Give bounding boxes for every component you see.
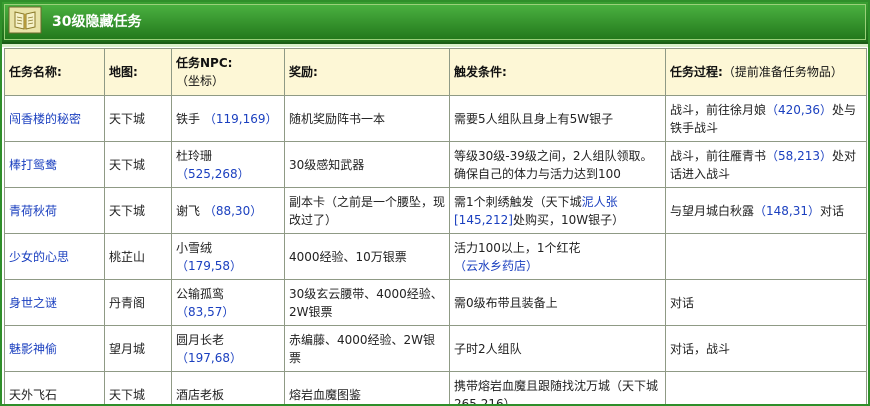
table-row: 闯香楼的秘密 天下城 铁手 （119,169） 随机奖励阵书一本 需要5人组队且… xyxy=(4,95,867,142)
table-row: 青荷秋荷 天下城 谢飞 （88,30） 副本卡（之前是一个腰坠，现改过了） 需1… xyxy=(4,187,867,234)
col-reward: 奖励: xyxy=(284,48,450,96)
quest-name-link[interactable]: 魅影神偷 xyxy=(9,342,57,356)
col-process: 任务过程:（提前准备任务物品） xyxy=(665,48,867,96)
table-row: 魅影神偷 望月城 圆月长老 （197,68） 赤编藤、4000经验、2W银票 子时… xyxy=(4,325,867,372)
col-condition: 触发条件: xyxy=(449,48,666,96)
quest-panel: 30级隐藏任务 任务名称: 地图: 任务NPC:（坐标） 奖励: 触发条件: 任… xyxy=(0,0,870,406)
quest-name-link[interactable]: 青荷秋荷 xyxy=(9,204,57,218)
quest-name-link[interactable]: 少女的心思 xyxy=(9,250,69,264)
col-npc: 任务NPC:（坐标） xyxy=(171,48,285,96)
shop-link[interactable]: （云水乡药店） xyxy=(454,259,538,273)
table-row: 身世之谜 丹青阁 公输孤鸾 （83,57） 30级玄云腰带、4000经验、2W银… xyxy=(4,279,867,326)
panel-header: 30级隐藏任务 xyxy=(2,2,868,44)
table-row: 少女的心思 桃芷山 小雪绒 （179,58） 4000经验、10万银票 活力10… xyxy=(4,233,867,280)
quest-table: 任务名称: 地图: 任务NPC:（坐标） 奖励: 触发条件: 任务过程:（提前准… xyxy=(4,48,867,404)
book-icon xyxy=(8,6,42,34)
quest-name-link[interactable]: 闯香楼的秘密 xyxy=(9,112,81,126)
col-map: 地图: xyxy=(104,48,172,96)
table-header-row: 任务名称: 地图: 任务NPC:（坐标） 奖励: 触发条件: 任务过程:（提前准… xyxy=(4,48,867,96)
quest-name-link[interactable]: 身世之谜 xyxy=(9,296,57,310)
table-row: 天外飞石 天下城 酒店老板 熔岩血魔图鉴 携带熔岩血魔且跟随找沈万城（天下城26… xyxy=(4,371,867,404)
panel-title: 30级隐藏任务 xyxy=(52,14,142,30)
col-name: 任务名称: xyxy=(4,48,105,96)
quest-name-link[interactable]: 棒打鸳鸯 xyxy=(9,158,57,172)
table-row: 棒打鸳鸯 天下城 杜玲珊 （525,268） 30级感知武器 等级30级-39级之… xyxy=(4,141,867,188)
